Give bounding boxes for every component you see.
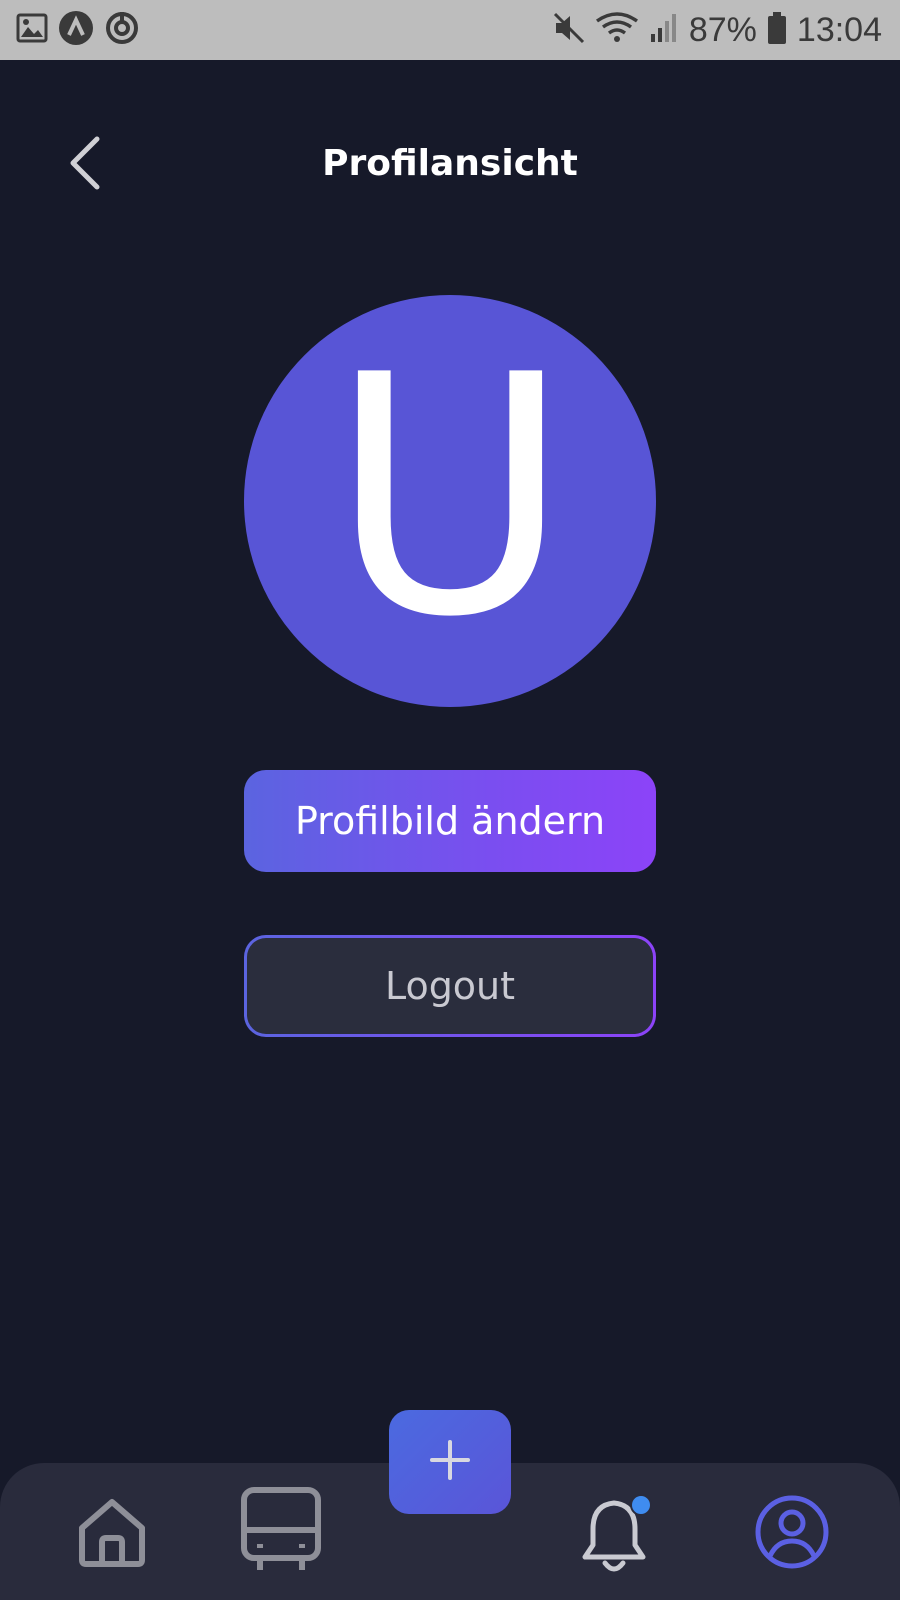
profile-icon bbox=[753, 1493, 831, 1575]
logout-label: Logout bbox=[384, 964, 516, 1008]
status-bar-right: 87% 13:04 bbox=[553, 8, 882, 52]
profile-screen: 87% 13:04 Profilansicht U Profilbild änd… bbox=[0, 0, 900, 1600]
clock: 13:04 bbox=[796, 11, 882, 49]
battery-percent: 87% bbox=[688, 11, 757, 49]
status-bar-left bbox=[16, 10, 140, 50]
add-button[interactable] bbox=[389, 1410, 511, 1514]
sync-icon bbox=[104, 10, 140, 50]
notification-badge bbox=[630, 1494, 652, 1516]
avatar: U bbox=[244, 295, 656, 707]
page-title: Profilansicht bbox=[322, 143, 578, 184]
image-icon bbox=[16, 12, 48, 48]
status-bar: 87% 13:04 bbox=[0, 0, 900, 60]
nav-notifications[interactable] bbox=[574, 1494, 654, 1580]
battery-icon bbox=[767, 11, 787, 49]
home-icon bbox=[74, 1494, 150, 1574]
bus-icon bbox=[240, 1486, 322, 1576]
app-icon bbox=[58, 10, 94, 50]
nav-bus[interactable] bbox=[236, 1486, 326, 1576]
logout-button[interactable]: Logout bbox=[244, 935, 656, 1037]
plus-icon bbox=[430, 1440, 470, 1484]
change-profile-picture-button[interactable]: Profilbild ändern bbox=[244, 770, 656, 872]
nav-profile[interactable] bbox=[750, 1492, 834, 1576]
signal-icon bbox=[649, 12, 679, 48]
wifi-icon bbox=[595, 11, 639, 49]
change-profile-picture-label: Profilbild ändern bbox=[294, 799, 606, 843]
nav-home[interactable] bbox=[70, 1492, 154, 1576]
logout-button-inner: Logout bbox=[247, 938, 653, 1034]
mute-icon bbox=[553, 11, 585, 49]
avatar-initial: U bbox=[329, 305, 571, 689]
